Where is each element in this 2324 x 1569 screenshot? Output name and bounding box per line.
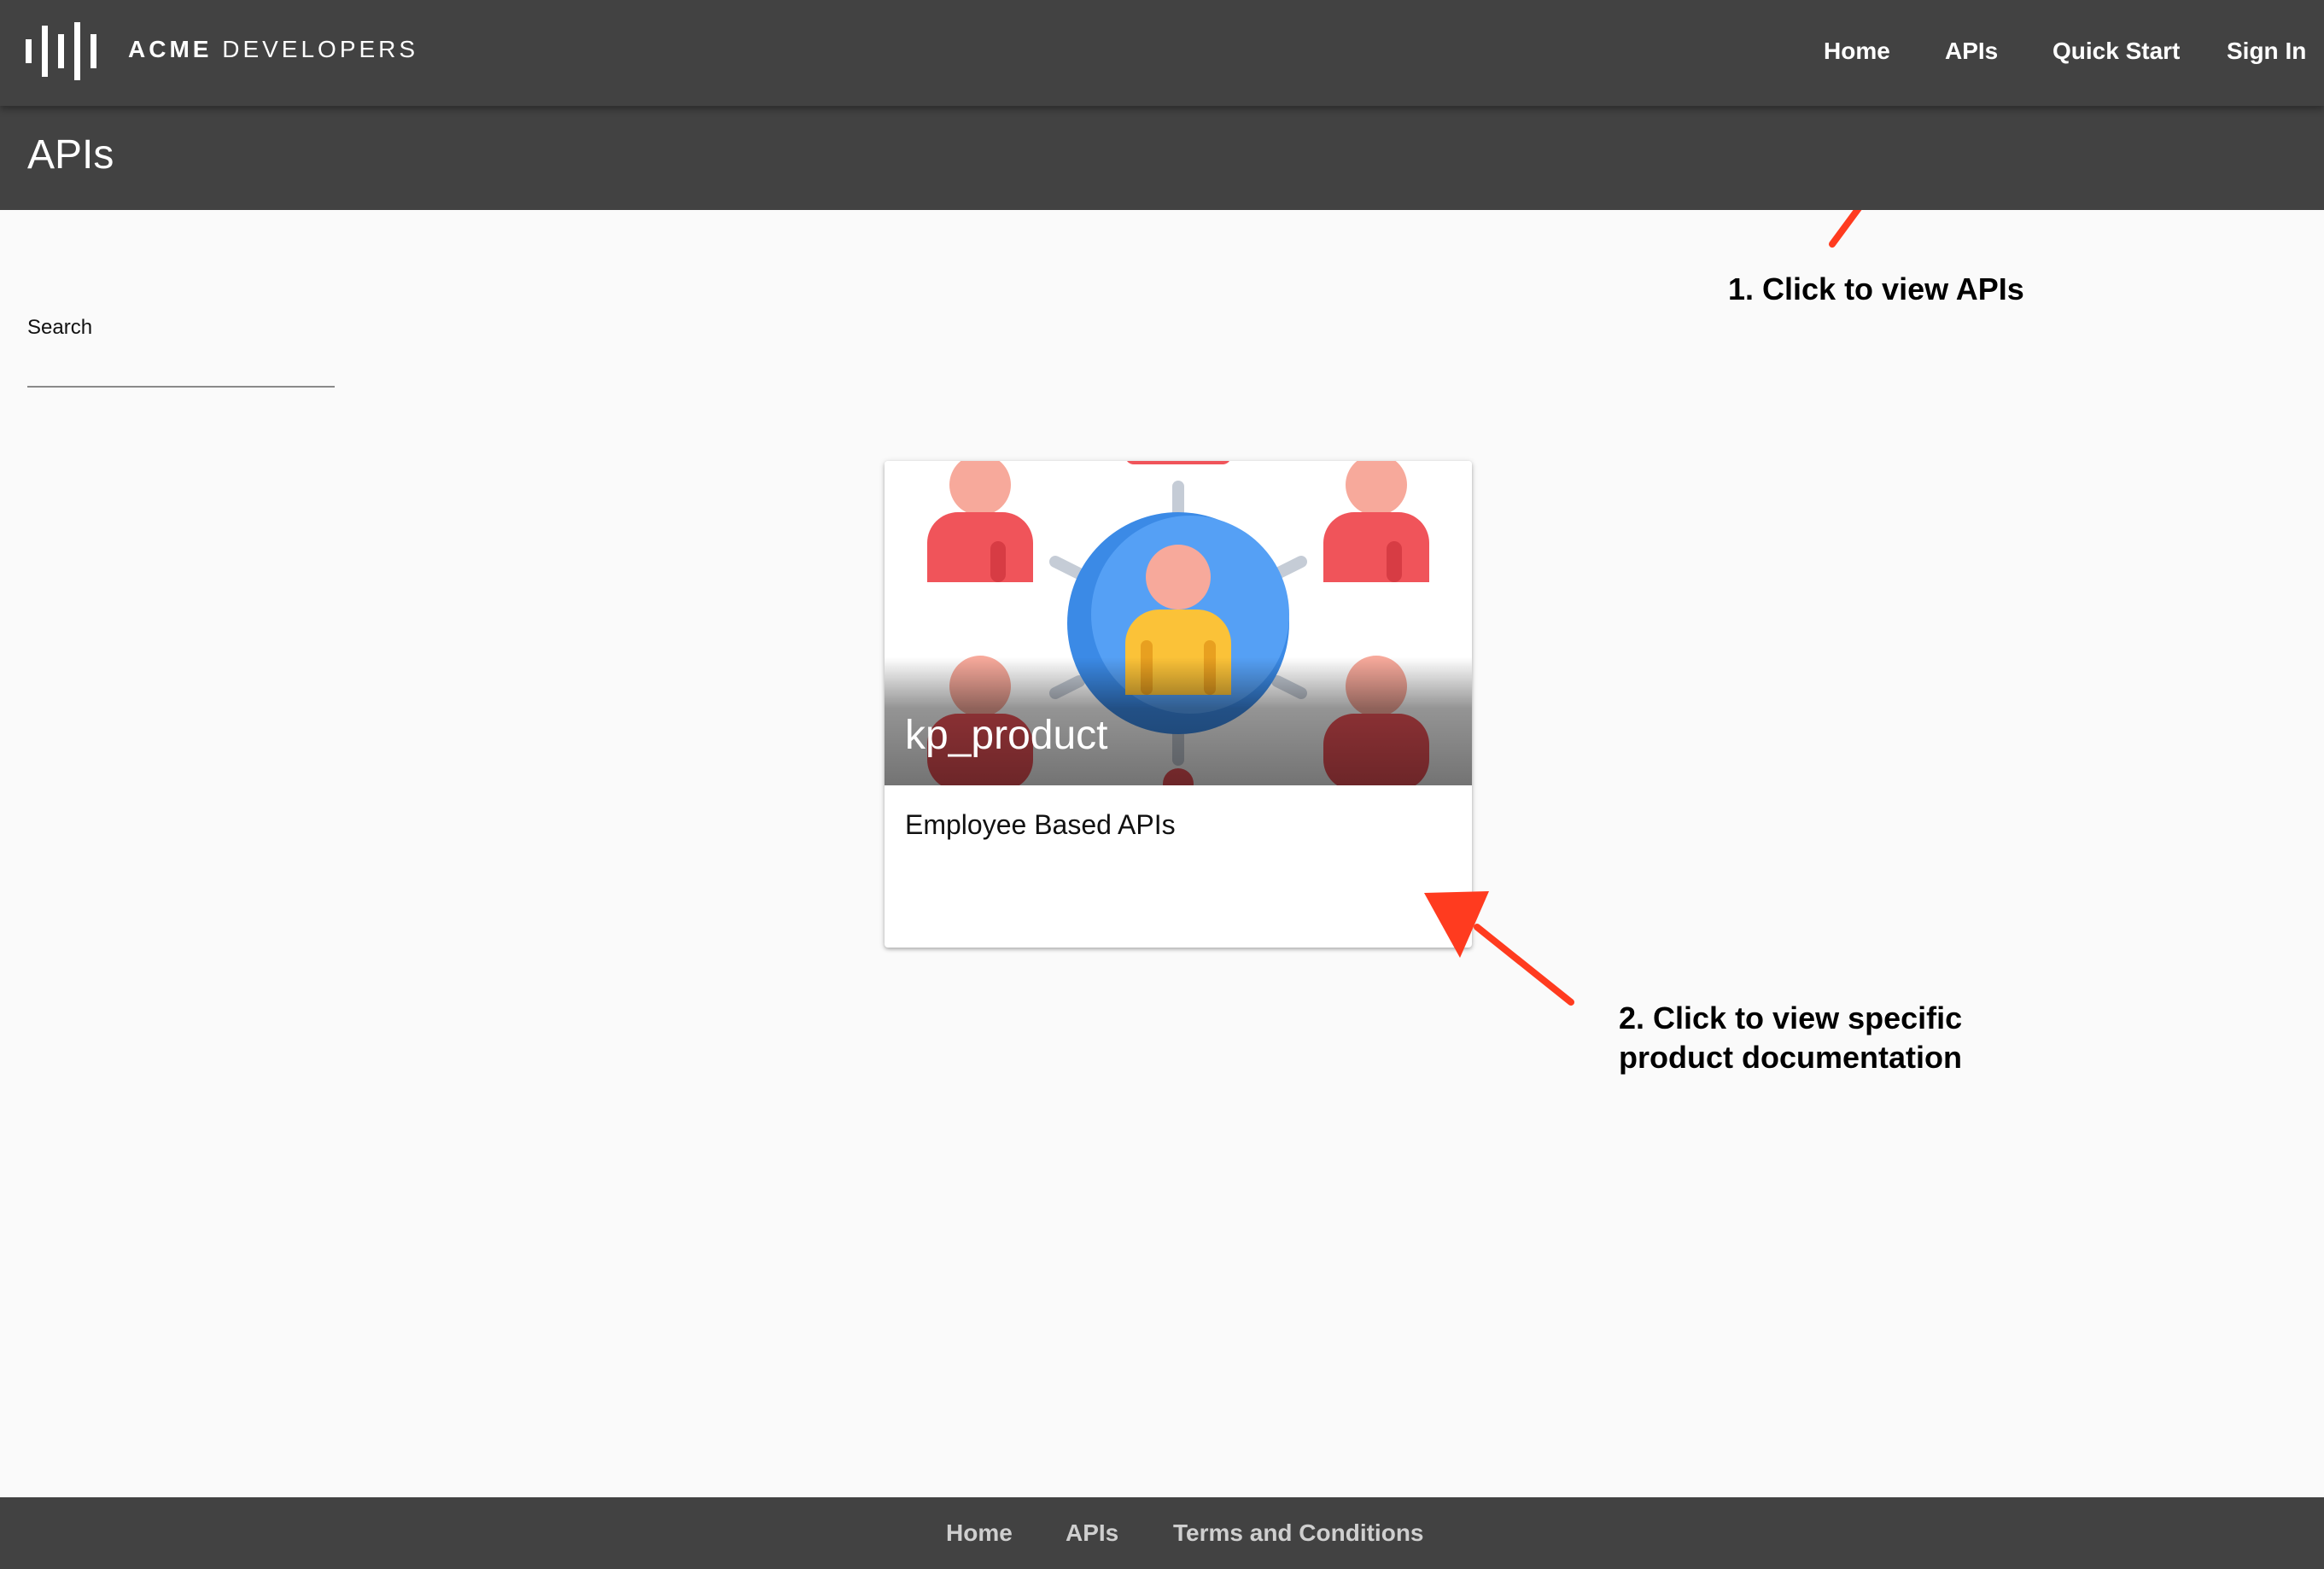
footer-home-link[interactable]: Home	[946, 1519, 1013, 1547]
annotation-arrow-left-icon	[1424, 891, 1574, 1006]
page-title: APIs	[27, 132, 114, 178]
footer-apis-link[interactable]: APIs	[1066, 1519, 1118, 1547]
nav-apis-link[interactable]: APIs	[1945, 38, 1998, 65]
nav-sign-in-link[interactable]: Sign In	[2227, 38, 2306, 65]
footer: Home APIs Terms and Conditions	[0, 1497, 2324, 1569]
card-description: Employee Based APIs	[905, 809, 1176, 840]
annotation-step1: 1. Click to view APIs	[1728, 271, 2024, 306]
brand-bold: ACME	[128, 36, 213, 62]
brand-name[interactable]: ACME DEVELOPERS	[128, 36, 418, 63]
search-label: Search	[27, 316, 93, 339]
product-card-image: kp_product	[885, 461, 1472, 785]
nav-home-link[interactable]: Home	[1824, 38, 1890, 65]
nav-quick-start-link[interactable]: Quick Start	[2052, 38, 2180, 65]
top-nav-bar: ACME DEVELOPERS Home APIs Quick Start Si…	[0, 0, 2324, 106]
search-input[interactable]	[27, 348, 335, 388]
brand-rest: DEVELOPERS	[222, 36, 419, 62]
footer-terms-link[interactable]: Terms and Conditions	[1173, 1519, 1424, 1547]
annotation-step2-line1: 2. Click to view specific	[1619, 1000, 1963, 1035]
soundwave-logo-icon[interactable]	[26, 22, 102, 80]
card-title: kp_product	[905, 713, 1108, 758]
product-card[interactable]: kp_product Employee Based APIs	[885, 461, 1472, 948]
annotation-step2-line2: product documentation	[1619, 1040, 1962, 1075]
page-header: APIs	[0, 106, 2324, 210]
